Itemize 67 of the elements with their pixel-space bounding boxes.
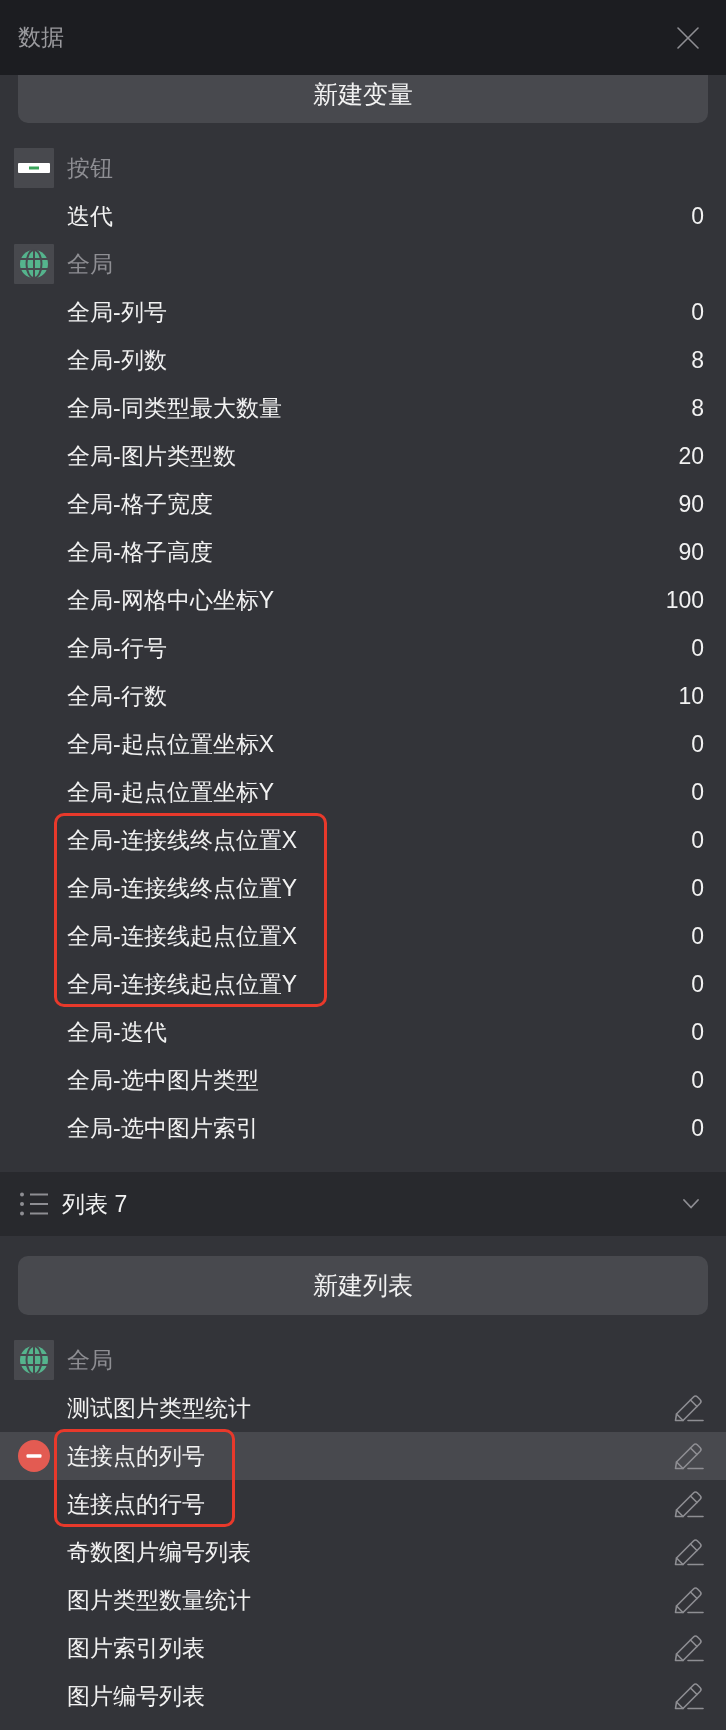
pencil-icon[interactable]	[674, 1634, 704, 1662]
variable-value: 0	[691, 969, 704, 999]
variable-value: 0	[691, 297, 704, 327]
group-label: 全局	[67, 1345, 113, 1375]
list-item[interactable]: 图片索引列表	[0, 1624, 726, 1672]
variable-name: 全局-列号	[67, 297, 167, 327]
variable-name: 全局-连接线终点位置Y	[67, 873, 297, 903]
variable-name: 全局-图片类型数	[67, 441, 236, 471]
pencil-icon[interactable]	[674, 1394, 704, 1422]
globe-icon	[14, 244, 54, 284]
section-header[interactable]: 列表 7	[0, 1172, 726, 1236]
pencil-icon[interactable]	[674, 1682, 704, 1710]
variable-value: 100	[665, 585, 704, 615]
variable-value: 0	[691, 825, 704, 855]
group-label: 按钮	[67, 153, 113, 183]
variable-value: 0	[691, 873, 704, 903]
variable-name: 全局-同类型最大数量	[67, 393, 282, 423]
variable-name: 迭代	[67, 201, 113, 231]
variable-name: 全局-网格中心坐标Y	[67, 585, 274, 615]
variable-name: 全局-连接线起点位置Y	[67, 969, 297, 999]
close-icon	[677, 26, 699, 49]
pencil-icon[interactable]	[674, 1586, 704, 1614]
variable-value: 0	[691, 201, 704, 231]
variable-value: 0	[691, 777, 704, 807]
variable-name: 全局-迭代	[67, 1017, 167, 1047]
pencil-icon[interactable]	[674, 1442, 704, 1470]
group-label: 全局	[67, 249, 113, 279]
list-item[interactable]: 图片类型数量统计	[0, 1576, 726, 1624]
variable-value: 0	[691, 1113, 704, 1143]
new-list-button[interactable]: 新建列表	[18, 1256, 708, 1315]
variable-value: 0	[691, 729, 704, 759]
variable-name: 全局-起点位置坐标X	[67, 729, 274, 759]
variable-value: 0	[691, 921, 704, 951]
chevron-icon[interactable]	[683, 1199, 699, 1209]
list-icon	[20, 1192, 48, 1216]
close-button[interactable]	[677, 26, 699, 49]
variable-value: 0	[691, 1017, 704, 1047]
window-title: 数据	[18, 23, 64, 53]
variable-name: 全局-列数	[67, 345, 167, 375]
new-variable-button[interactable]: 新建变量	[18, 75, 708, 123]
variable-name: 全局-行数	[67, 681, 167, 711]
button-thumbnail-icon	[14, 148, 54, 188]
pencil-icon[interactable]	[674, 1490, 704, 1518]
variable-value: 20	[678, 441, 704, 471]
variable-value: 0	[691, 633, 704, 663]
variable-value: 90	[678, 489, 704, 519]
variable-name: 全局-连接线起点位置X	[67, 921, 297, 951]
variable-name: 全局-选中图片索引	[67, 1113, 259, 1143]
variable-value: 8	[691, 393, 704, 423]
variable-name: 全局-格子宽度	[67, 489, 213, 519]
minus-icon[interactable]	[18, 1440, 50, 1472]
list-item[interactable]: 图片编号列表	[0, 1672, 726, 1720]
list-item[interactable]: 奇数图片编号列表	[0, 1528, 726, 1576]
variable-name: 全局-选中图片类型	[67, 1065, 259, 1095]
variable-name: 全局-起点位置坐标Y	[67, 777, 274, 807]
variable-value: 0	[691, 1065, 704, 1095]
globe-icon	[14, 1340, 54, 1380]
variable-name: 全局-行号	[67, 633, 167, 663]
variable-value: 90	[678, 537, 704, 567]
list-item[interactable]: 连接点的列号	[0, 1432, 726, 1480]
list-item[interactable]: 测试图片类型统计	[0, 1384, 726, 1432]
variable-name: 全局-连接线终点位置X	[67, 825, 297, 855]
list-item[interactable]: 连接点的行号	[0, 1480, 726, 1528]
variable-value: 8	[691, 345, 704, 375]
variable-name: 全局-格子高度	[67, 537, 213, 567]
pencil-icon[interactable]	[674, 1538, 704, 1566]
variable-value: 10	[678, 681, 704, 711]
